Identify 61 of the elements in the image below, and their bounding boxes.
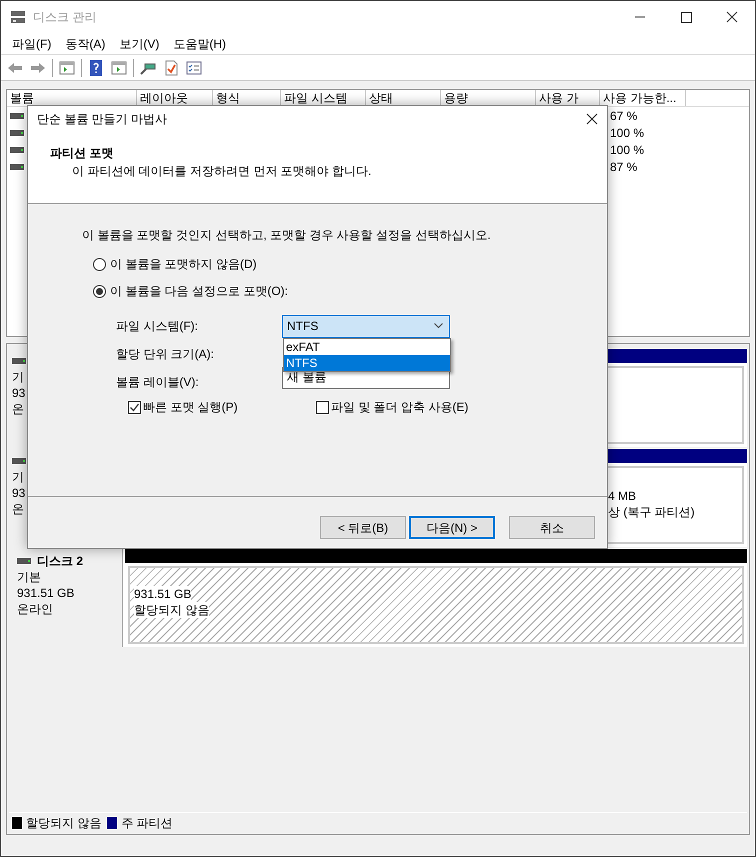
table-cell: 67 % xyxy=(610,108,638,124)
dropdown-option[interactable]: NTFS xyxy=(284,355,450,371)
disk-drive-icon xyxy=(10,146,24,154)
unallocated-partition[interactable]: 931.51 GB 할당되지 않음 xyxy=(128,566,744,644)
wizard-button[interactable]: 취소 xyxy=(509,516,595,539)
disk-info-text: 기 xyxy=(12,369,24,385)
window-title: 디스크 관리 xyxy=(33,9,96,26)
partition-text: 931.51 GB xyxy=(134,586,192,602)
legend-label: 할당되지 않음 xyxy=(26,814,102,832)
action-pane-icon[interactable] xyxy=(110,58,128,76)
app-icon xyxy=(10,10,26,24)
disk-drive-icon xyxy=(10,162,24,170)
disk-drive-icon xyxy=(10,128,24,136)
chevron-down-icon xyxy=(434,323,443,329)
disk-info-text: 기 xyxy=(12,469,24,485)
disk-info-text: 기본 xyxy=(17,569,41,585)
help-icon[interactable] xyxy=(87,58,105,76)
console-pane-icon[interactable] xyxy=(58,58,76,76)
field-label: 볼륨 레이블(V): xyxy=(116,374,200,391)
properties-icon[interactable] xyxy=(185,58,203,76)
checkbox[interactable] xyxy=(128,400,141,414)
instruction-text: 이 볼륨을 포맷할 것인지 선택하고, 포맷할 경우 사용할 설정을 선택하십시오. xyxy=(82,227,491,244)
legend-label: 주 파티션 xyxy=(121,814,173,832)
page-heading: 파티션 포맷 xyxy=(50,145,114,162)
radio-button[interactable] xyxy=(93,284,106,298)
close-icon[interactable] xyxy=(586,113,598,125)
radio-label[interactable]: 이 볼륨을 포맷하지 않음(D) xyxy=(110,255,257,273)
wizard-button[interactable]: < 뒤로(B) xyxy=(320,516,406,539)
field-label: 파일 시스템(F): xyxy=(116,318,199,335)
disk-drive-icon xyxy=(12,357,26,365)
table-cell: 100 % xyxy=(610,124,644,140)
menu-item[interactable]: 파일(F) xyxy=(5,34,58,52)
menu-item[interactable]: 동작(A) xyxy=(58,34,112,52)
checkbox-label[interactable]: 파일 및 폴더 압축 사용(E) xyxy=(331,398,468,416)
partition-text: 4 MB xyxy=(608,488,636,504)
field-label: 할당 단위 크기(A): xyxy=(116,346,215,363)
disk-name: 디스크 2 xyxy=(37,553,84,569)
disk-info-text: 온 xyxy=(12,501,24,517)
menu-item[interactable]: 보기(V) xyxy=(112,34,166,52)
wizard-button[interactable]: 다음(N) > xyxy=(409,516,495,539)
radio-button[interactable] xyxy=(93,258,106,270)
radio-label[interactable]: 이 볼륨을 다음 설정으로 포맷(O): xyxy=(110,282,288,300)
dialog-title: 단순 볼륨 만들기 마법사 xyxy=(37,111,168,128)
disk-drive-icon xyxy=(10,112,24,120)
dropdown-option[interactable]: exFAT xyxy=(284,339,450,355)
checkbox[interactable] xyxy=(316,400,329,414)
disk-info-text: 93 xyxy=(12,385,26,401)
page-description: 이 파티션에 데이터를 저장하려면 먼저 포맷해야 합니다. xyxy=(71,163,372,180)
partition-text: 할당되지 않음 xyxy=(134,602,210,618)
disk-info-text: 931.51 GB xyxy=(17,585,74,601)
menu-item[interactable]: 도움말(H) xyxy=(166,34,233,52)
disk-info-text: 93 xyxy=(12,485,26,501)
checkbox-label[interactable]: 빠른 포맷 실행(P) xyxy=(143,398,238,416)
disk-drive-icon xyxy=(17,557,31,565)
partition-text: 상 (복구 파티션) xyxy=(608,504,695,520)
table-cell: 87 % xyxy=(610,158,638,174)
disk-drive-icon xyxy=(12,457,26,465)
disk-info-text: 온라인 xyxy=(17,601,53,617)
table-cell: 100 % xyxy=(610,142,644,158)
disk-info-text: 온 xyxy=(12,401,24,417)
file-system-dropdown[interactable]: NTFS xyxy=(282,314,450,338)
